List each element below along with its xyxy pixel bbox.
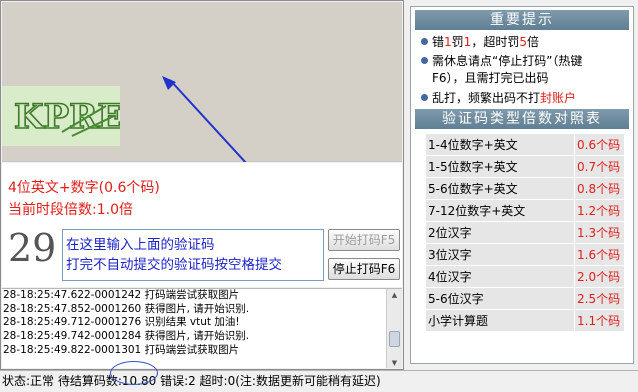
notice-item-penalty: 错1罚1，超时罚5倍 (421, 34, 631, 51)
notice-item-rest: 需休息请点“停止打码”（热键 F6），且需打完已出码 (421, 53, 631, 87)
scroll-thumb[interactable] (389, 331, 400, 347)
rate-table-header: 验证码类型倍数对照表 (415, 109, 629, 129)
captcha-type-label: 4位英文+数字(0.6个码) (8, 180, 160, 196)
status-bar: 状态:正常 待结算码数:10.80 错误:2 超时:0(注:数据更新可能稍有延迟… (0, 370, 638, 392)
info-panel: 重要提示 错1罚1，超时罚5倍 需休息请点“停止打码”（热键 F6），且需打完已出… (410, 6, 634, 364)
start-button[interactable]: 开始打码F5 (328, 229, 400, 251)
notice-header: 重要提示 (415, 10, 629, 30)
rate-table: 1-4位数字+英文 0.6个码 1-5位数字+英文 0.7个码 5-6位数字+英文 0… (425, 133, 625, 332)
left-pane: KPRE 4位英文+数字(0.6个码) 当前时段倍数:1.0倍 29 在这里输入… (0, 0, 404, 370)
table-row: 1-4位数字+英文 0.6个码 (425, 133, 625, 156)
bullet-icon (421, 38, 428, 45)
input-area: 4位英文+数字(0.6个码) 当前时段倍数:1.0倍 29 在这里输入上面的验证… (2, 163, 402, 287)
log-line: 28-18:25:49.822-0001301 打码端尝试获取图片 (3, 343, 240, 356)
stop-button[interactable]: 停止打码F6 (328, 258, 400, 280)
multiplier-label: 当前时段倍数:1.0倍 (8, 202, 133, 218)
log-scrollbar[interactable]: ▲ ▼ (386, 289, 402, 368)
input-hint-line2: 打完不自动提交的验证码按空格提交 (66, 257, 282, 273)
table-row: 2位汉字 1.3个码 (425, 221, 625, 244)
countdown-timer: 29 (8, 226, 57, 270)
table-row: 1-5位数字+英文 0.7个码 (425, 155, 625, 178)
table-row: 小学计算题 1.1个码 (425, 309, 625, 332)
table-row: 5-6位数字+英文 0.8个码 (425, 177, 625, 200)
captcha-display-area: KPRE (2, 2, 402, 162)
log-line: 28-18:25:47.852-0001260 获得图片, 请开始识别. (3, 302, 250, 315)
hint-arrow (162, 76, 247, 162)
log-line: 28-18:25:47.622-0001242 打码端尝试获取图片 (3, 289, 240, 301)
log-line: 28-18:25:49.742-0001284 获得图片, 请开始识别. (3, 330, 250, 343)
scroll-up-icon[interactable]: ▲ (387, 289, 402, 301)
table-row: 7-12位数字+英文 1.2个码 (425, 199, 625, 222)
input-hint: 在这里输入上面的验证码 打完不自动提交的验证码按空格提交 (66, 235, 282, 275)
notice-item-ban: 乱打，频繁出码不打封账户 (421, 90, 631, 107)
scroll-down-icon[interactable]: ▼ (387, 357, 402, 368)
bullet-icon (421, 57, 428, 64)
log-list[interactable]: 28-18:25:47.622-0001242 打码端尝试获取图片 28-18:… (2, 288, 402, 368)
table-row: 5-6位汉字 2.5个码 (425, 287, 625, 310)
log-line: 28-18:25:49.712-0001276 识别结果 vtut 加油! (3, 316, 240, 329)
table-row: 3位汉字 1.6个码 (425, 243, 625, 266)
table-row: 4位汉字 2.0个码 (425, 265, 625, 288)
bullet-icon (421, 94, 428, 101)
pending-count-highlight (110, 361, 158, 385)
input-hint-line1: 在这里输入上面的验证码 (66, 237, 215, 253)
